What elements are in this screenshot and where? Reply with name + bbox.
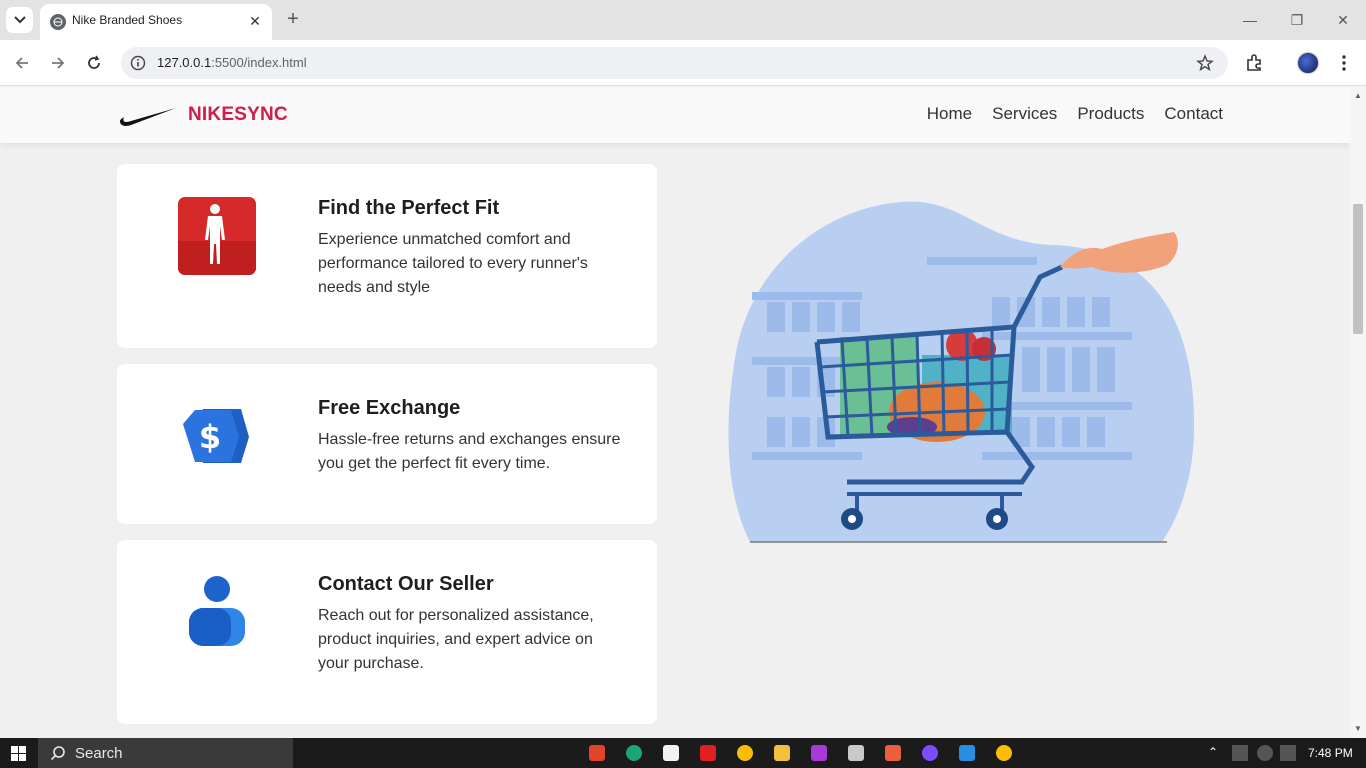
dollar-tag-icon: $ bbox=[183, 409, 249, 463]
camera-icon[interactable] bbox=[885, 745, 901, 761]
back-button[interactable] bbox=[10, 51, 34, 75]
battery-icon[interactable] bbox=[1232, 745, 1248, 761]
person-icon bbox=[189, 576, 245, 646]
feature-card-exchange: $ Free Exchange Hassle-free returns and … bbox=[117, 364, 657, 524]
card-text: Reach out for personalized assistance, p… bbox=[318, 607, 594, 672]
minimize-button[interactable]: — bbox=[1238, 8, 1262, 32]
brave-icon[interactable] bbox=[589, 745, 605, 761]
scroll-up-icon[interactable]: ▲ bbox=[1354, 92, 1362, 100]
new-tab-button[interactable]: + bbox=[282, 8, 304, 30]
nike-swoosh-icon[interactable] bbox=[119, 104, 177, 128]
card-text: Experience unmatched comfort and perform… bbox=[318, 231, 588, 296]
messenger-icon[interactable] bbox=[922, 745, 938, 761]
extensions-icon[interactable] bbox=[1243, 52, 1265, 74]
chrome-icon[interactable] bbox=[737, 745, 753, 761]
main-nav: Home Services Products Contact bbox=[927, 104, 1223, 124]
reload-icon bbox=[88, 55, 100, 69]
more-menu-icon[interactable] bbox=[1333, 52, 1355, 74]
profile-avatar[interactable] bbox=[1297, 52, 1319, 74]
vscode-icon[interactable] bbox=[959, 745, 975, 761]
card-text: Hassle-free returns and exchanges ensure… bbox=[318, 431, 621, 472]
clock[interactable]: 7:48 PM bbox=[1308, 746, 1353, 760]
info-icon[interactable] bbox=[130, 55, 146, 71]
chevron-down-icon bbox=[13, 16, 26, 24]
shopping-cart-illustration bbox=[728, 201, 1195, 543]
os-taskbar: Search ⌃ 7:48 PM bbox=[0, 738, 1366, 768]
tab-search-button[interactable] bbox=[6, 7, 33, 33]
close-tab-icon[interactable]: ✕ bbox=[246, 12, 264, 30]
windows-start-icon[interactable] bbox=[11, 746, 26, 761]
arrow-right-icon bbox=[52, 57, 65, 69]
browser-tab[interactable]: Nike Branded Shoes ✕ bbox=[40, 4, 272, 40]
card-title: Contact Our Seller bbox=[318, 573, 494, 595]
feature-card-contact: Contact Our Seller Reach out for persona… bbox=[117, 540, 657, 724]
url-text: 127.0.0.1:5500/index.html bbox=[157, 55, 307, 70]
address-bar[interactable]: 127.0.0.1:5500/index.html bbox=[121, 47, 1228, 79]
figma-icon[interactable] bbox=[811, 745, 827, 761]
youtube-icon[interactable] bbox=[700, 745, 716, 761]
mail-icon[interactable] bbox=[848, 745, 864, 761]
store-icon[interactable] bbox=[663, 745, 679, 761]
edge-icon[interactable] bbox=[626, 745, 642, 761]
browser-toolbar: 127.0.0.1:5500/index.html bbox=[0, 40, 1366, 86]
scroll-down-icon[interactable]: ▼ bbox=[1354, 725, 1362, 733]
forward-button[interactable] bbox=[46, 51, 70, 75]
card-title: Free Exchange bbox=[318, 397, 461, 419]
site-header: NIKESYNC Home Services Products Contact bbox=[0, 87, 1350, 143]
svg-text:$: $ bbox=[199, 418, 221, 456]
taskbar-search[interactable]: Search bbox=[38, 738, 293, 768]
feature-card-fit: Find the Perfect Fit Experience unmatche… bbox=[117, 164, 657, 348]
wifi-icon[interactable] bbox=[1257, 745, 1273, 761]
page-viewport: NIKESYNC Home Services Products Contact … bbox=[0, 87, 1350, 738]
globe-icon bbox=[50, 14, 66, 30]
restore-button[interactable]: ❐ bbox=[1285, 8, 1309, 32]
arrow-left-icon bbox=[15, 57, 28, 69]
tray-chevron-icon[interactable]: ⌃ bbox=[1208, 745, 1224, 761]
scroll-thumb[interactable] bbox=[1353, 204, 1363, 334]
tab-title: Nike Branded Shoes bbox=[72, 13, 183, 27]
reload-button[interactable] bbox=[82, 51, 106, 75]
search-label: Search bbox=[75, 745, 123, 762]
search-icon bbox=[50, 746, 65, 761]
nav-home[interactable]: Home bbox=[927, 104, 972, 124]
nav-contact[interactable]: Contact bbox=[1164, 104, 1223, 124]
volume-icon[interactable] bbox=[1280, 745, 1296, 761]
chrome-icon-2[interactable] bbox=[996, 745, 1012, 761]
file-explorer-icon[interactable] bbox=[774, 745, 790, 761]
browser-tabstrip: Nike Branded Shoes ✕ + — ❐ ✕ bbox=[0, 0, 1366, 40]
site-logo-text[interactable]: NIKESYNC bbox=[188, 104, 288, 126]
card-title: Find the Perfect Fit bbox=[318, 197, 500, 219]
nav-products[interactable]: Products bbox=[1077, 104, 1144, 124]
body-figure-icon bbox=[178, 197, 256, 275]
nav-services[interactable]: Services bbox=[992, 104, 1057, 124]
close-window-button[interactable]: ✕ bbox=[1331, 8, 1355, 32]
page-scrollbar[interactable]: ▲ ▼ bbox=[1350, 87, 1366, 738]
bookmark-star-icon[interactable] bbox=[1196, 54, 1214, 72]
